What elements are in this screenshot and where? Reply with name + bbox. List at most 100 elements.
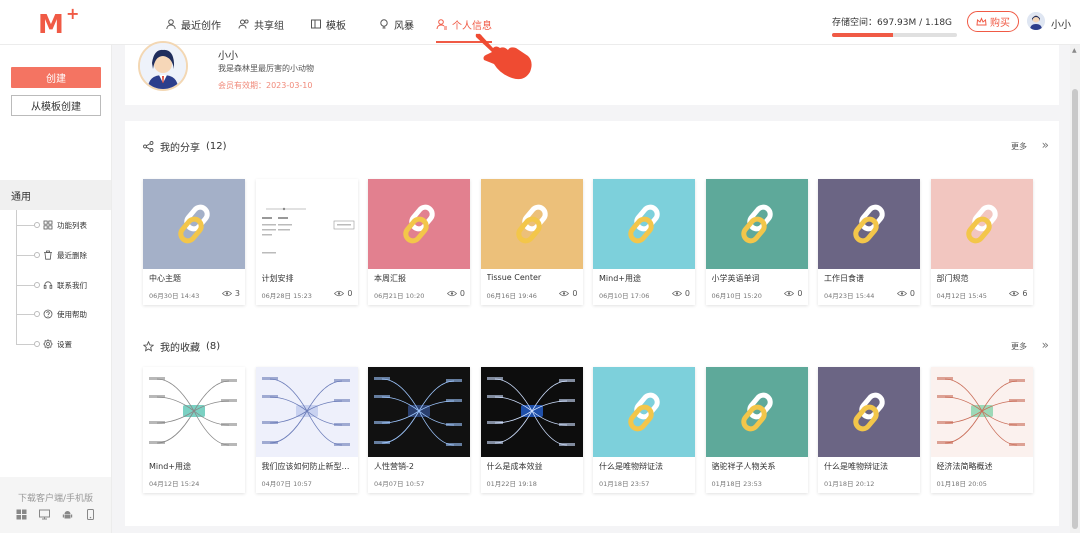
profile-icon (436, 19, 447, 30)
mindmap-thumbnail-icon (480, 367, 583, 457)
card-thumbnail[interactable] (255, 179, 358, 269)
file-card[interactable]: 什么是唯物辩证法 01月18日 23:57 (593, 367, 695, 493)
card-views: 0 (559, 289, 578, 298)
nav-templates[interactable]: 模板 (310, 15, 346, 33)
eye-icon (671, 290, 682, 297)
card-thumbnail[interactable] (255, 367, 358, 457)
card-title: 小学英语单词 (711, 274, 760, 283)
card-date: 01月22日 19:18 (486, 480, 537, 488)
file-card[interactable]: 什么是成本效益 01月22日 19:18 (480, 367, 583, 493)
nav-recent[interactable]: 最近创作 (165, 15, 221, 33)
card-view-count: 0 (684, 289, 690, 298)
sidebar-item-help[interactable]: 使用帮助 (16, 307, 87, 321)
file-card[interactable]: 什么是唯物辩证法 01月18日 20:12 (818, 367, 920, 493)
card-thumbnail[interactable] (705, 179, 808, 269)
card-date: 04月12日 15:24 (149, 480, 200, 488)
file-card[interactable]: 小学英语单词 06月10日 15:20 0 (705, 179, 808, 305)
sidebar-item-help-label: 使用帮助 (57, 309, 87, 319)
card-thumbnail[interactable] (818, 367, 920, 457)
card-view-count: 0 (909, 289, 915, 298)
card-thumbnail[interactable] (480, 179, 583, 269)
app-logo[interactable]: M + (38, 4, 82, 40)
card-thumbnail[interactable] (930, 179, 1033, 269)
file-card[interactable]: 工作日食谱 04月23日 15:44 0 (818, 179, 920, 305)
eye-icon (559, 290, 570, 297)
scrollbar-thumb[interactable] (1072, 89, 1078, 529)
card-title: 计划安排 (261, 274, 294, 283)
card-thumbnail[interactable] (143, 367, 245, 457)
buy-button[interactable]: 购买 (967, 11, 1019, 32)
sidebar-item-recently-deleted[interactable]: 最近删除 (16, 248, 87, 262)
file-card[interactable]: Mind+用途 04月12日 15:24 (143, 367, 245, 493)
nav-shared-groups[interactable]: 共享组 (238, 15, 284, 33)
card-title: 什么是唯物辩证法 (824, 462, 888, 471)
card-thumbnail[interactable] (368, 367, 470, 457)
link-icon (853, 392, 885, 432)
card-thumbnail[interactable] (368, 179, 470, 269)
file-card[interactable]: Tissue Center 06月16日 19:46 0 (480, 179, 583, 305)
card-date: 01月18日 20:05 (936, 480, 987, 488)
profile-card: 小小 我是森林里最厉害的小动物 会员有效期：2023-03-10 (125, 41, 1059, 105)
favorites-more-chevron-icon[interactable]: » (1042, 338, 1049, 352)
my-favorites-header: 我的收藏 (8) (143, 339, 220, 354)
desktop-icon[interactable] (39, 509, 50, 520)
sidebar-item-contact-label: 联系我们 (57, 280, 87, 290)
file-card[interactable]: 计划安排 06月28日 15:23 0 (255, 179, 358, 305)
card-title: 中心主题 (149, 274, 181, 283)
top-bar: M + 最近创作 共享组 模板 风暴 个人信息 存储空间：697.93M / 1.… (0, 0, 1080, 45)
file-card[interactable]: Mind+用途 06月10日 17:06 0 (593, 179, 695, 305)
card-view-count: 0 (797, 289, 803, 298)
link-icon (628, 392, 660, 432)
card-thumbnail[interactable] (818, 179, 920, 269)
file-card[interactable]: 中心主题 06月30日 14:43 3 (143, 179, 245, 305)
link-icon (515, 204, 548, 244)
card-thumbnail[interactable] (930, 367, 1033, 457)
android-icon[interactable] (62, 509, 73, 520)
help-icon (43, 309, 53, 319)
mindmap-thumbnail-icon (255, 179, 358, 269)
card-title: Mind+用途 (599, 274, 641, 283)
user-avatar[interactable] (1027, 12, 1045, 30)
card-date: 01月18日 20:12 (824, 480, 875, 488)
favorites-more-link[interactable]: 更多 (1011, 341, 1027, 352)
card-thumbnail[interactable] (705, 367, 808, 457)
sidebar-item-contact[interactable]: 联系我们 (16, 278, 87, 292)
create-button[interactable]: 创建 (11, 67, 101, 88)
nav-storm[interactable]: 风暴 (378, 15, 414, 33)
profile-avatar[interactable] (138, 41, 188, 91)
storage-indicator: 存储空间：697.93M / 1.18G (832, 15, 962, 37)
file-card[interactable]: 部门规范 04月12日 15:45 6 (930, 179, 1033, 305)
card-view-count: 0 (572, 289, 578, 298)
sidebar-item-settings[interactable]: 设置 (16, 337, 72, 351)
file-card[interactable]: 我们应该如何防止新型冠... 04月07日 10:57 (255, 367, 358, 493)
card-thumbnail[interactable] (143, 179, 245, 269)
username[interactable]: 小小 (1051, 16, 1071, 31)
nav-storm-label: 风暴 (394, 20, 414, 32)
buy-label: 购买 (990, 18, 1010, 29)
card-thumbnail[interactable] (593, 179, 695, 269)
file-card[interactable]: 经济法简略概述 01月18日 20:05 (930, 367, 1033, 493)
card-view-count: 3 (234, 289, 240, 298)
file-card[interactable]: 人性营销-2 04月07日 10:57 (368, 367, 470, 493)
scroll-up-icon[interactable]: ▲ (1072, 47, 1077, 54)
create-from-template-button[interactable]: 从模板创建 (11, 95, 101, 116)
page-scrollbar[interactable]: ▲ (1070, 45, 1080, 533)
card-thumbnail[interactable] (480, 367, 583, 457)
nav-profile[interactable]: 个人信息 (436, 15, 492, 43)
card-date: 06月10日 15:20 (711, 292, 762, 300)
shares-more-chevron-icon[interactable]: » (1042, 138, 1049, 152)
file-card[interactable]: 骆驼祥子人物关系 01月18日 23:53 (705, 367, 808, 493)
avatar-illustration-icon (1027, 12, 1045, 30)
mobile-icon[interactable] (85, 509, 96, 520)
sidebar-item-features-label: 功能列表 (57, 220, 87, 230)
windows-icon[interactable] (16, 509, 27, 520)
card-thumbnail[interactable] (593, 367, 695, 457)
sidebar-item-features[interactable]: 功能列表 (16, 218, 87, 232)
card-title: 什么是唯物辩证法 (599, 462, 663, 471)
card-date: 04月12日 15:45 (936, 292, 987, 300)
card-title: Tissue Center (486, 273, 542, 282)
card-date: 01月18日 23:53 (711, 480, 762, 488)
mindmap-thumbnail-icon (368, 367, 470, 457)
shares-more-link[interactable]: 更多 (1011, 141, 1027, 152)
file-card[interactable]: 本周汇报 06月21日 10:20 0 (368, 179, 470, 305)
